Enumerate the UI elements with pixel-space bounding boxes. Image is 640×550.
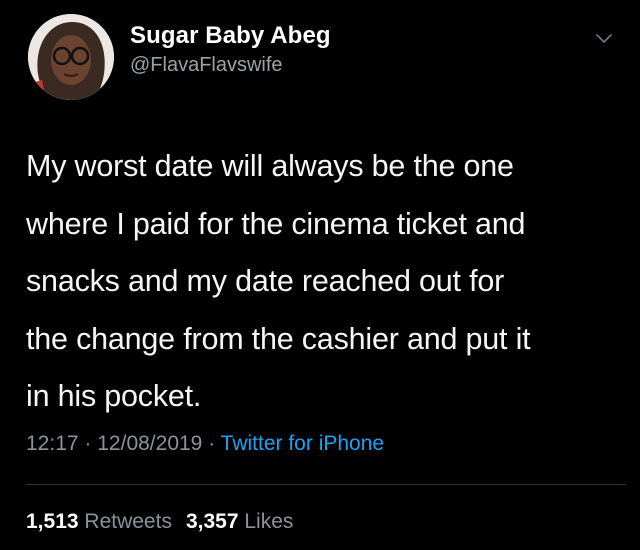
chevron-down-icon[interactable] bbox=[592, 26, 616, 50]
tweet-text-line: My worst date will always be the one bbox=[26, 149, 514, 183]
meta-separator: · bbox=[208, 432, 216, 455]
tweet-text-line: in his pocket. bbox=[26, 379, 202, 413]
tweet-date[interactable]: 12/08/2019 bbox=[97, 432, 202, 455]
likes-stat[interactable]: 3,357 Likes bbox=[186, 510, 293, 533]
tweet-meta: 12:17 · 12/08/2019 · Twitter for iPhone bbox=[26, 432, 384, 456]
avatar-image bbox=[28, 14, 114, 100]
meta-separator: · bbox=[84, 432, 92, 455]
tweet-card: Sugar Baby Abeg @FlavaFlavswife My worst… bbox=[0, 0, 640, 550]
tweet-source-link[interactable]: Twitter for iPhone bbox=[221, 432, 384, 455]
display-name[interactable]: Sugar Baby Abeg bbox=[130, 22, 331, 50]
retweets-label: Retweets bbox=[84, 510, 172, 533]
user-handle[interactable]: @FlavaFlavswife bbox=[130, 54, 283, 77]
likes-count: 3,357 bbox=[185, 510, 239, 533]
avatar[interactable] bbox=[28, 14, 114, 100]
tweet-text: My worst date will always be the one whe… bbox=[26, 138, 626, 426]
likes-label: Likes bbox=[244, 510, 294, 533]
tweet-time[interactable]: 12:17 bbox=[26, 432, 79, 455]
tweet-text-line: snacks and my date reached out for bbox=[26, 264, 505, 298]
tweet-text-line: where I paid for the cinema ticket and bbox=[26, 206, 526, 241]
tweet-text-line: the change from the cashier and put it bbox=[26, 321, 531, 356]
retweets-count: 1,513 bbox=[26, 510, 79, 533]
retweets-stat[interactable]: 1,513 Retweets bbox=[26, 510, 172, 533]
divider bbox=[26, 484, 626, 485]
tweet-stats: 1,513 Retweets 3,357 Likes bbox=[26, 510, 293, 534]
